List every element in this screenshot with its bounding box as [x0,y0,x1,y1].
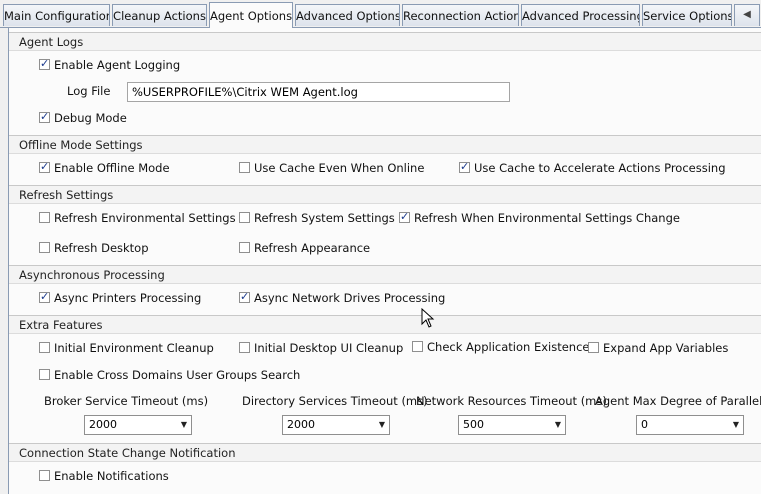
checkbox-label: Expand App Variables [603,341,729,355]
chevron-down-icon[interactable]: ▼ [733,416,739,434]
broker-timeout-select[interactable]: 2000 ▼ [84,415,192,435]
checkbox-box[interactable] [39,369,50,380]
checkbox-box[interactable] [39,470,50,481]
section-extra-features: Extra Features [9,315,761,334]
checkbox-box[interactable] [39,342,50,353]
tab-cleanup-actions[interactable]: Cleanup Actions [112,4,207,26]
checkbox-box[interactable] [588,342,599,353]
checkbox-box[interactable] [239,242,250,253]
chevron-left-icon[interactable]: ◀ [734,4,760,26]
section-refresh-settings: Refresh Settings [9,185,761,204]
checkbox-label: Debug Mode [54,111,127,125]
tab-advanced-processing[interactable]: Advanced Processing [521,4,640,26]
network-timeout-select[interactable]: 500 ▼ [458,415,566,435]
checkbox-label: Enable Agent Logging [54,58,181,72]
section-async-processing: Asynchronous Processing [9,265,761,284]
chevron-down-icon[interactable]: ▼ [555,416,561,434]
mouse-pointer-icon [421,308,435,328]
checkbox-label: Initial Environment Cleanup [54,341,214,355]
chevron-down-icon[interactable]: ▼ [379,416,385,434]
chevron-down-icon[interactable]: ▼ [181,416,187,434]
tab-agent-options[interactable]: Agent Options [209,2,293,28]
checkbox-label: Refresh System Settings [254,211,395,225]
checkbox-box[interactable] [239,290,250,304]
checkbox-box[interactable] [399,210,410,224]
checkbox-label: Enable Cross Domains User Groups Search [54,368,301,382]
select-value: 2000 [89,418,117,431]
checkbox-label: Check Application Existence [427,340,590,354]
section-offline-mode: Offline Mode Settings [9,135,761,154]
checkbox-label: Initial Desktop UI Cleanup [254,341,404,355]
tab-main-configuration[interactable]: Main Configuration [3,4,110,26]
network-timeout-label: Network Resources Timeout (ms) [416,394,607,408]
checkbox-label: Refresh Appearance [254,241,371,255]
checkbox-label: Refresh Environmental Settings [54,211,236,225]
max-parallelism-select[interactable]: 0 ▼ [636,415,744,435]
checkbox-label: Enable Offline Mode [54,161,170,175]
checkbox-label: Use Cache to Accelerate Actions Processi… [474,161,726,175]
checkbox-label: Use Cache Even When Online [254,161,425,175]
directory-timeout-label: Directory Services Timeout (ms) [242,394,428,408]
checkbox-label: Async Network Drives Processing [254,291,446,305]
checkbox-label: Refresh When Environmental Settings Chan… [414,211,680,225]
max-parallelism-label: Agent Max Degree of Parallelism [595,394,761,408]
checkbox-label: Refresh Desktop [54,241,149,255]
checkbox-box[interactable] [39,242,50,253]
section-agent-logs: Agent Logs [9,32,761,51]
checkbox-box[interactable] [39,290,50,304]
log-file-input[interactable]: %USERPROFILE%\Citrix WEM Agent.log [127,82,510,102]
tab-bar: Main Configuration Cleanup Actions Agent… [0,0,761,28]
tab-service-options[interactable]: Service Options [642,4,732,26]
checkbox-box[interactable] [239,212,250,223]
tab-reconnection-actions[interactable]: Reconnection Actions [402,4,519,26]
section-connection-state: Connection State Change Notification [9,443,761,462]
checkbox-box[interactable] [39,160,50,174]
tab-advanced-options[interactable]: Advanced Options [295,4,400,26]
directory-timeout-select[interactable]: 2000 ▼ [282,415,390,435]
checkbox-box[interactable] [239,342,250,353]
checkbox-label: Async Printers Processing [54,291,202,305]
select-value: 500 [463,418,484,431]
checkbox-box[interactable] [39,110,50,124]
select-value: 2000 [287,418,315,431]
broker-timeout-label: Broker Service Timeout (ms) [44,394,209,408]
select-value: 0 [641,418,648,431]
checkbox-box[interactable] [39,57,50,71]
checkbox-box[interactable] [39,212,50,223]
checkbox-box[interactable] [459,160,470,174]
checkbox-label: Enable Notifications [54,469,169,483]
log-file-label: Log File [67,84,111,98]
checkbox-box[interactable] [239,162,250,173]
checkbox-box[interactable] [412,341,423,352]
